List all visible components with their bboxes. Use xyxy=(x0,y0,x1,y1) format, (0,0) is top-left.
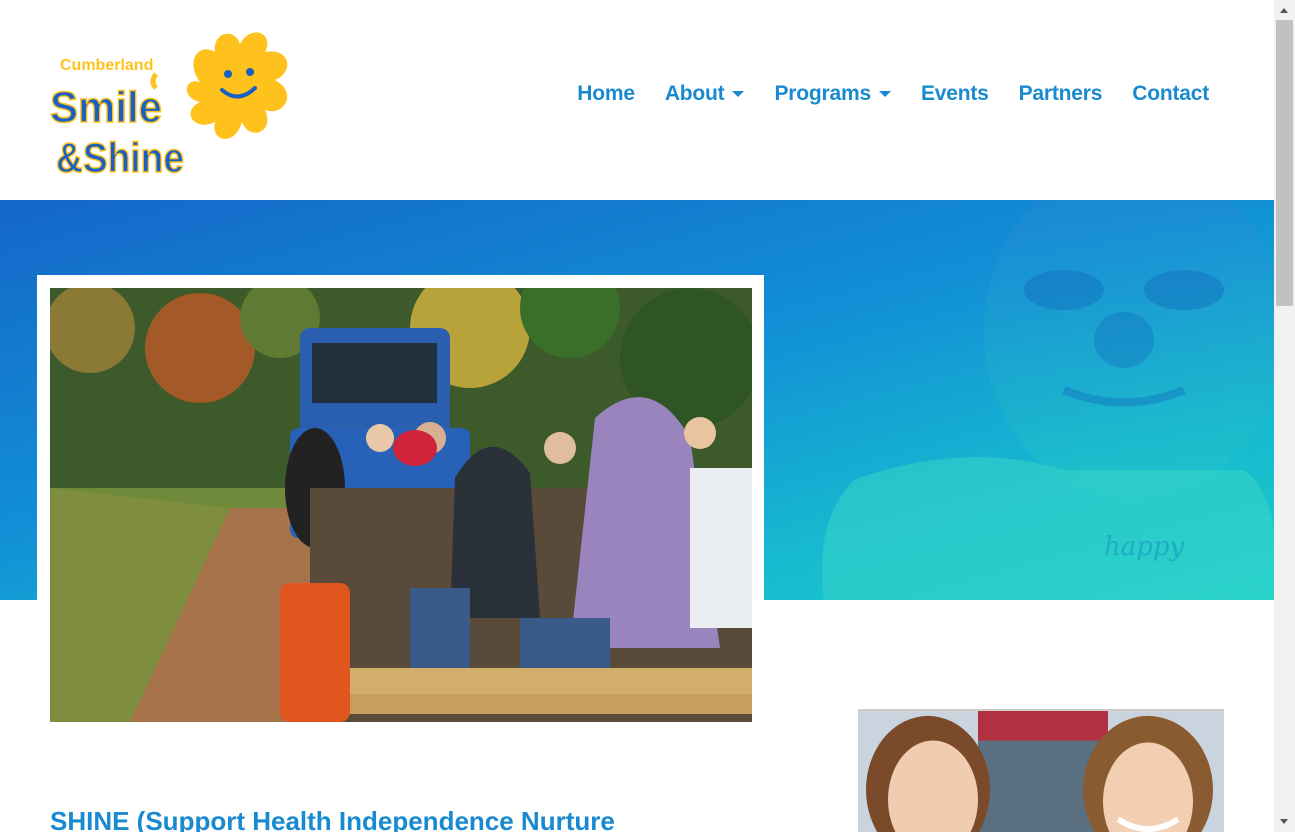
nav-events[interactable]: Events xyxy=(921,82,989,106)
scroll-thumb[interactable] xyxy=(1276,20,1293,306)
nav-partners[interactable]: Partners xyxy=(1019,82,1103,106)
nav-contact[interactable]: Contact xyxy=(1132,82,1209,106)
nav-programs-label: Programs xyxy=(774,82,871,105)
nav-partners-label: Partners xyxy=(1018,82,1103,105)
girls-photo xyxy=(858,709,1224,832)
featured-photo-frame xyxy=(37,275,764,735)
nav-about[interactable]: About xyxy=(665,82,745,106)
hero-child-image: happy xyxy=(764,200,1274,600)
chevron-down-icon xyxy=(878,91,891,97)
logo-line2: Smile xyxy=(50,83,162,132)
nav-contact-label: Contact xyxy=(1132,82,1209,105)
sun-icon xyxy=(150,32,288,139)
section-heading: SHINE (Support Health Independence Nurtu… xyxy=(50,806,615,832)
scroll-down-icon[interactable] xyxy=(1280,819,1288,824)
nav-programs[interactable]: Programs xyxy=(774,82,891,106)
logo-graphic: Cumberland Smile &Shine xyxy=(50,32,288,178)
nav-home-label: Home xyxy=(577,82,635,105)
hero-shirt-text: happy xyxy=(1104,532,1185,562)
nav-events-label: Events xyxy=(920,82,989,105)
hayride-photo xyxy=(50,288,752,722)
logo-line1: Cumberland xyxy=(60,57,153,74)
site-logo[interactable]: Cumberland Smile &Shine xyxy=(50,22,295,178)
site-header: Cumberland Smile &Shine Home About Progr… xyxy=(0,0,1274,200)
logo-line3: &Shine xyxy=(56,134,184,178)
vertical-scrollbar[interactable] xyxy=(1274,0,1295,832)
chevron-down-icon xyxy=(732,91,745,97)
main-nav: Home About Programs Events Partners Cont… xyxy=(577,82,1209,106)
nav-home[interactable]: Home xyxy=(577,82,635,106)
scroll-up-icon[interactable] xyxy=(1280,8,1288,13)
nav-about-label: About xyxy=(664,82,725,105)
